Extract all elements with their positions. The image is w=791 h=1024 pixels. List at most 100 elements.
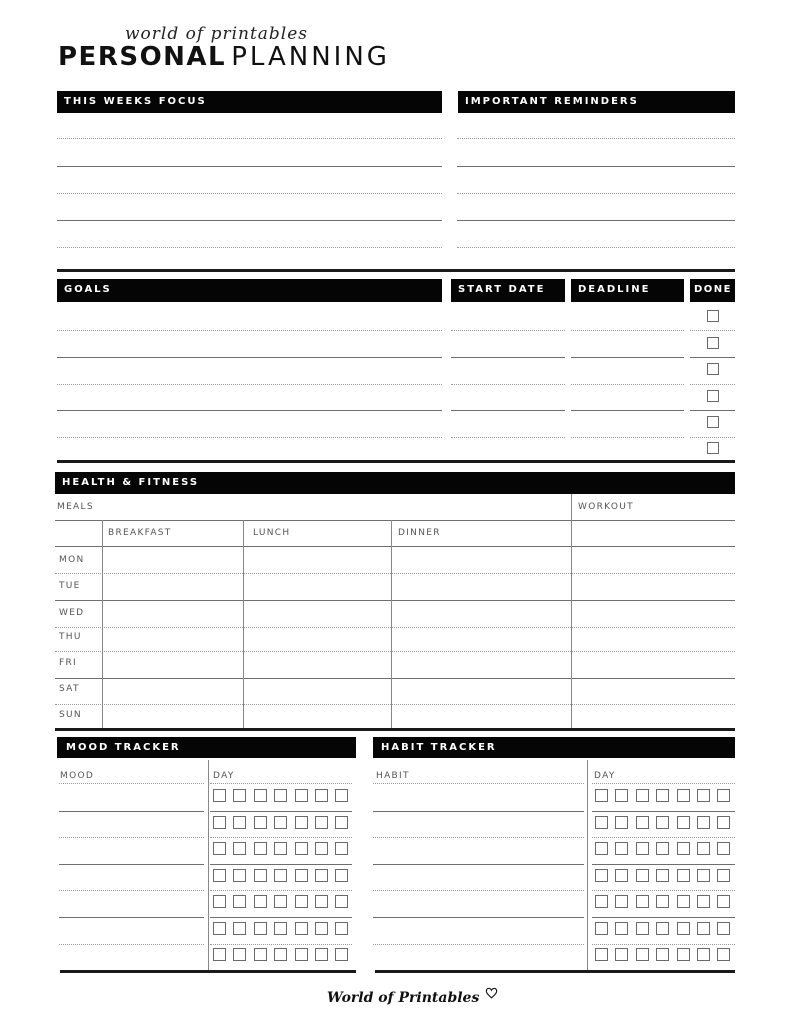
day-checkbox[interactable]	[656, 948, 670, 961]
day-checkbox[interactable]	[294, 789, 308, 802]
day-checkbox[interactable]	[635, 842, 649, 855]
day-checkbox[interactable]	[595, 816, 608, 829]
day-checkbox[interactable]	[635, 922, 649, 935]
day-checkbox[interactable]	[213, 842, 226, 855]
day-checkbox[interactable]	[213, 948, 226, 961]
day-checkbox[interactable]	[335, 816, 349, 829]
day-checkbox[interactable]	[635, 895, 649, 908]
goals-lines[interactable]	[57, 305, 442, 455]
day-checkbox[interactable]	[294, 895, 308, 908]
done-checkbox[interactable]	[707, 390, 719, 402]
day-checkbox[interactable]	[213, 789, 226, 802]
deadline-lines[interactable]	[571, 305, 684, 455]
day-checkbox[interactable]	[697, 895, 710, 908]
day-checkbox[interactable]	[656, 789, 670, 802]
day-checkbox[interactable]	[615, 895, 629, 908]
day-checkbox[interactable]	[253, 789, 267, 802]
day-checkbox[interactable]	[315, 948, 328, 961]
day-checkbox[interactable]	[274, 842, 288, 855]
day-checkbox[interactable]	[335, 948, 349, 961]
done-checkbox[interactable]	[707, 337, 719, 349]
day-checkbox[interactable]	[213, 869, 226, 882]
day-checkbox[interactable]	[253, 895, 267, 908]
workout-cells[interactable]	[572, 521, 735, 728]
day-checkbox[interactable]	[697, 948, 710, 961]
reminders-lines[interactable]	[457, 120, 735, 260]
day-checkbox[interactable]	[213, 816, 226, 829]
done-checkbox[interactable]	[707, 416, 719, 428]
day-checkbox[interactable]	[233, 816, 247, 829]
day-checkbox[interactable]	[213, 922, 226, 935]
day-checkbox[interactable]	[697, 842, 710, 855]
day-checkbox[interactable]	[697, 789, 710, 802]
day-checkbox[interactable]	[656, 895, 670, 908]
day-checkbox[interactable]	[676, 948, 690, 961]
mood-lines[interactable]	[59, 783, 204, 968]
day-checkbox[interactable]	[274, 948, 288, 961]
day-checkbox[interactable]	[635, 948, 649, 961]
day-checkbox[interactable]	[595, 895, 608, 908]
day-checkbox[interactable]	[233, 922, 247, 935]
day-checkbox[interactable]	[253, 842, 267, 855]
day-checkbox[interactable]	[294, 842, 308, 855]
day-checkbox[interactable]	[635, 789, 649, 802]
day-checkbox[interactable]	[595, 922, 608, 935]
day-checkbox[interactable]	[697, 816, 710, 829]
day-checkbox[interactable]	[294, 869, 308, 882]
day-checkbox[interactable]	[233, 842, 247, 855]
day-checkbox[interactable]	[656, 922, 670, 935]
day-checkbox[interactable]	[697, 869, 710, 882]
day-checkbox[interactable]	[274, 922, 288, 935]
day-checkbox[interactable]	[233, 895, 247, 908]
day-checkbox[interactable]	[717, 895, 731, 908]
day-checkbox[interactable]	[717, 816, 731, 829]
day-checkbox[interactable]	[717, 789, 731, 802]
day-checkbox[interactable]	[717, 948, 731, 961]
day-checkbox[interactable]	[253, 922, 267, 935]
done-checkbox[interactable]	[707, 310, 719, 322]
day-checkbox[interactable]	[253, 948, 267, 961]
focus-lines[interactable]	[57, 120, 442, 260]
day-checkbox[interactable]	[315, 895, 328, 908]
day-checkbox[interactable]	[294, 922, 308, 935]
day-checkbox[interactable]	[717, 869, 731, 882]
day-checkbox[interactable]	[717, 922, 731, 935]
day-checkbox[interactable]	[213, 895, 226, 908]
day-checkbox[interactable]	[635, 869, 649, 882]
day-checkbox[interactable]	[315, 842, 328, 855]
day-checkbox[interactable]	[656, 816, 670, 829]
day-checkbox[interactable]	[335, 789, 349, 802]
day-checkbox[interactable]	[615, 869, 629, 882]
day-checkbox[interactable]	[315, 869, 328, 882]
dinner-cells[interactable]	[392, 547, 571, 728]
day-checkbox[interactable]	[315, 816, 328, 829]
breakfast-cells[interactable]	[103, 547, 243, 728]
day-checkbox[interactable]	[253, 816, 267, 829]
day-checkbox[interactable]	[615, 922, 629, 935]
day-checkbox[interactable]	[676, 789, 690, 802]
day-checkbox[interactable]	[676, 842, 690, 855]
day-checkbox[interactable]	[335, 869, 349, 882]
day-checkbox[interactable]	[253, 869, 267, 882]
day-checkbox[interactable]	[335, 842, 349, 855]
day-checkbox[interactable]	[233, 789, 247, 802]
habit-lines[interactable]	[373, 783, 584, 968]
done-checkbox[interactable]	[707, 363, 719, 375]
day-checkbox[interactable]	[294, 816, 308, 829]
day-checkbox[interactable]	[233, 869, 247, 882]
day-checkbox[interactable]	[274, 895, 288, 908]
day-checkbox[interactable]	[656, 842, 670, 855]
day-checkbox[interactable]	[676, 922, 690, 935]
day-checkbox[interactable]	[615, 948, 629, 961]
day-checkbox[interactable]	[615, 842, 629, 855]
day-checkbox[interactable]	[676, 895, 690, 908]
day-checkbox[interactable]	[315, 789, 328, 802]
day-checkbox[interactable]	[595, 948, 608, 961]
day-checkbox[interactable]	[615, 789, 629, 802]
day-checkbox[interactable]	[595, 869, 608, 882]
day-checkbox[interactable]	[274, 789, 288, 802]
done-checkbox[interactable]	[707, 442, 719, 454]
day-checkbox[interactable]	[717, 842, 731, 855]
day-checkbox[interactable]	[697, 922, 710, 935]
day-checkbox[interactable]	[656, 869, 670, 882]
